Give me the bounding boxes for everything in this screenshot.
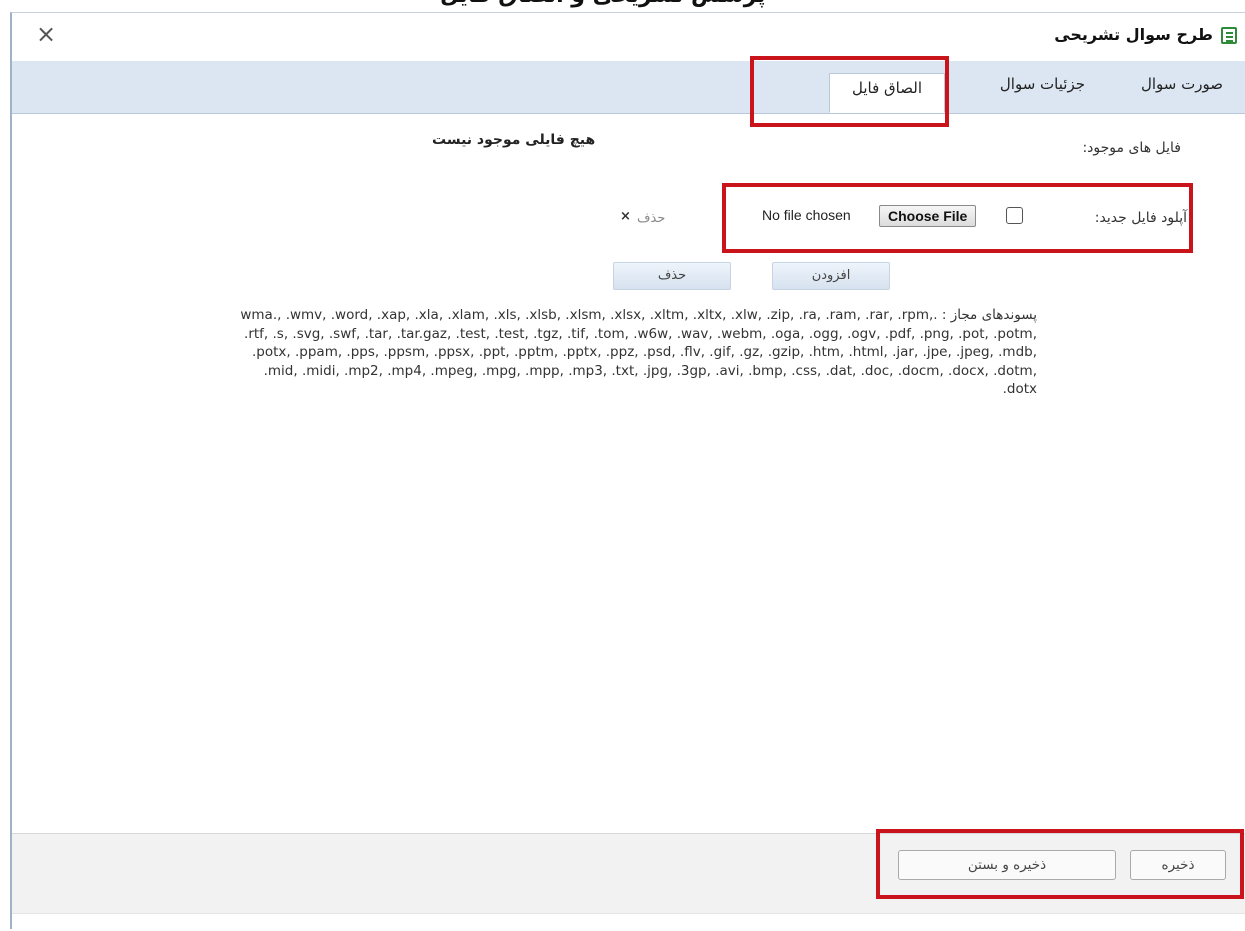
upload-select-checkbox[interactable] <box>1006 207 1023 224</box>
existing-files-label: فایل های موجود: <box>1082 140 1181 156</box>
delete-file-row-button[interactable]: حذف <box>613 262 731 290</box>
tab-question-body[interactable]: صورت سوال <box>1141 75 1223 93</box>
upload-new-file-label: آپلود فایل جدید: <box>1094 210 1187 226</box>
top-caption-text: پرسش تشریحی و الصاق فایل <box>440 0 766 8</box>
tab-question-details[interactable]: جزئیات سوال <box>1000 75 1085 93</box>
question-dialog: طرح سوال تشریحی × صورت سوال جزئیات سوال … <box>10 12 1245 931</box>
top-caption-fragment: پرسش تشریحی و الصاق فایل <box>0 0 1245 12</box>
dialog-footer: ذخیره ذخیره و بستن <box>12 833 1245 914</box>
add-file-row-button[interactable]: افزودن <box>772 262 890 290</box>
dialog-bottom-edge <box>12 913 1245 931</box>
form-icon <box>1221 27 1237 44</box>
choose-file-button[interactable]: Choose File <box>879 205 977 227</box>
no-files-message: هیچ فایلی موجود نیست <box>432 132 596 148</box>
tab-bar: صورت سوال جزئیات سوال الصاق فایل <box>12 61 1245 114</box>
close-icon[interactable]: × <box>36 22 56 46</box>
no-file-chosen-text: No file chosen <box>762 207 851 223</box>
allowed-extensions-text: پسوندهای مجاز : .wma., .wmv, .word, .xap… <box>240 307 1037 397</box>
save-and-close-button[interactable]: ذخیره و بستن <box>898 850 1116 880</box>
row-delete-icon[interactable]: × <box>620 209 631 224</box>
dialog-title: طرح سوال تشریحی <box>1054 25 1213 44</box>
save-button[interactable]: ذخیره <box>1130 850 1226 880</box>
row-delete-link[interactable]: حذف <box>637 211 665 226</box>
tab-attach-file[interactable]: الصاق فایل <box>829 73 945 113</box>
dialog-titlebar: طرح سوال تشریحی × <box>12 13 1245 61</box>
